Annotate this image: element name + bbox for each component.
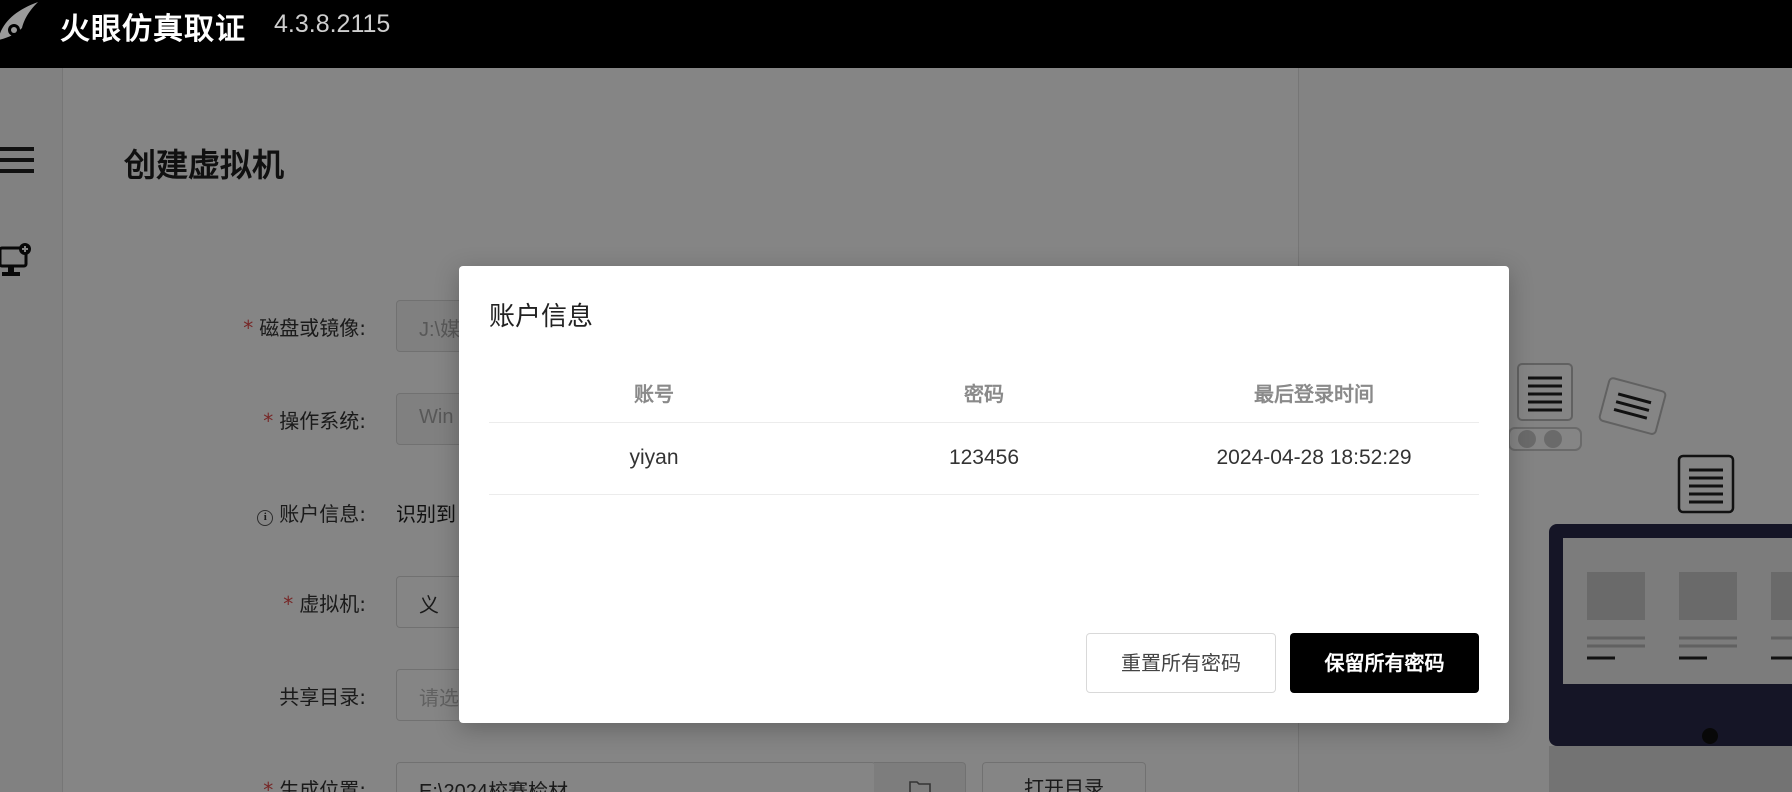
column-header-account: 账号 (489, 364, 819, 423)
dialog-title: 账户信息 (489, 302, 594, 332)
account-table: 账号 密码 最后登录时间 yiyan 123456 2024-04-28 18:… (489, 364, 1479, 495)
table-header-row: 账号 密码 最后登录时间 (489, 364, 1479, 423)
column-header-password: 密码 (819, 364, 1149, 423)
account-info-dialog: 账户信息 账号 密码 最后登录时间 yiyan 123456 2024-04-2… (459, 266, 1509, 723)
cell-last-login: 2024-04-28 18:52:29 (1149, 422, 1479, 495)
cell-account: yiyan (489, 422, 819, 495)
flame-eye-logo-icon (0, 2, 38, 40)
app-name: 火眼仿真取证 (60, 12, 246, 47)
title-bar: 火眼仿真取证 4.3.8.2115 (0, 0, 1792, 68)
column-header-last-login: 最后登录时间 (1149, 364, 1479, 423)
reset-all-passwords-button[interactable]: 重置所有密码 (1086, 633, 1276, 693)
keep-all-passwords-button[interactable]: 保留所有密码 (1290, 633, 1479, 693)
cell-password: 123456 (819, 422, 1149, 495)
app-version: 4.3.8.2115 (274, 10, 391, 38)
table-row: yiyan 123456 2024-04-28 18:52:29 (489, 422, 1479, 495)
